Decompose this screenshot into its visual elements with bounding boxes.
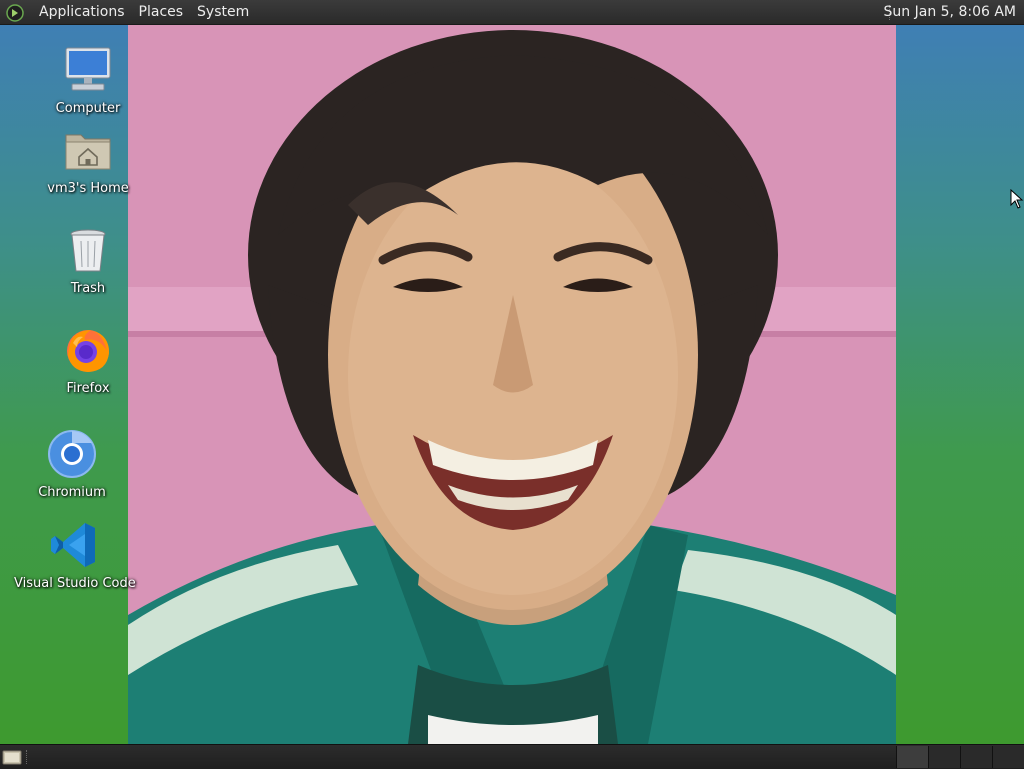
menu-system[interactable]: System (190, 0, 256, 25)
home-folder-icon (65, 134, 111, 170)
clock[interactable]: Sun Jan 5, 8:06 AM (880, 0, 1020, 25)
panel-handle[interactable] (26, 750, 31, 764)
portrait-photo-icon (128, 25, 896, 744)
computer-icon (65, 47, 111, 91)
desktop-icon-label: Trash (70, 281, 106, 296)
desktop-icon-chromium[interactable]: Chromium (12, 429, 132, 500)
desktop-icon-computer[interactable]: Computer (28, 45, 148, 116)
desktop-icon-label: Computer (55, 101, 121, 116)
desktop[interactable]: Computer vm3's Home Trash Firefox Chromi… (0, 25, 1024, 744)
mouse-pointer-icon (1010, 189, 1024, 209)
show-desktop-icon[interactable] (2, 748, 22, 766)
workspace-3[interactable] (960, 746, 992, 768)
menu-bar: Applications Places System (6, 0, 256, 25)
firefox-icon (67, 330, 109, 372)
workspace-1[interactable] (896, 746, 928, 768)
chromium-icon (48, 430, 96, 478)
workspace-2[interactable] (928, 746, 960, 768)
trash-icon (70, 229, 106, 272)
desktop-icon-trash[interactable]: Trash (28, 225, 148, 296)
desktop-icon-firefox[interactable]: Firefox (28, 325, 148, 396)
desktop-icon-home[interactable]: vm3's Home (28, 125, 148, 196)
desktop-icon-label: Firefox (66, 381, 110, 396)
menu-places[interactable]: Places (132, 0, 191, 25)
mate-logo-icon[interactable] (6, 3, 24, 22)
menu-applications[interactable]: Applications (32, 0, 132, 25)
vscode-icon (51, 523, 95, 567)
desktop-icon-label: Chromium (38, 485, 106, 500)
desktop-icon-vscode[interactable]: Visual Studio Code (14, 520, 136, 591)
workspace-switcher (896, 746, 1024, 768)
bottom-panel (0, 744, 1024, 769)
wallpaper-photo (128, 25, 896, 744)
top-panel: Applications Places System Sun Jan 5, 8:… (0, 0, 1024, 25)
workspace-4[interactable] (992, 746, 1024, 768)
desktop-icon-label: vm3's Home (47, 181, 129, 196)
desktop-icon-label: Visual Studio Code (14, 576, 136, 591)
